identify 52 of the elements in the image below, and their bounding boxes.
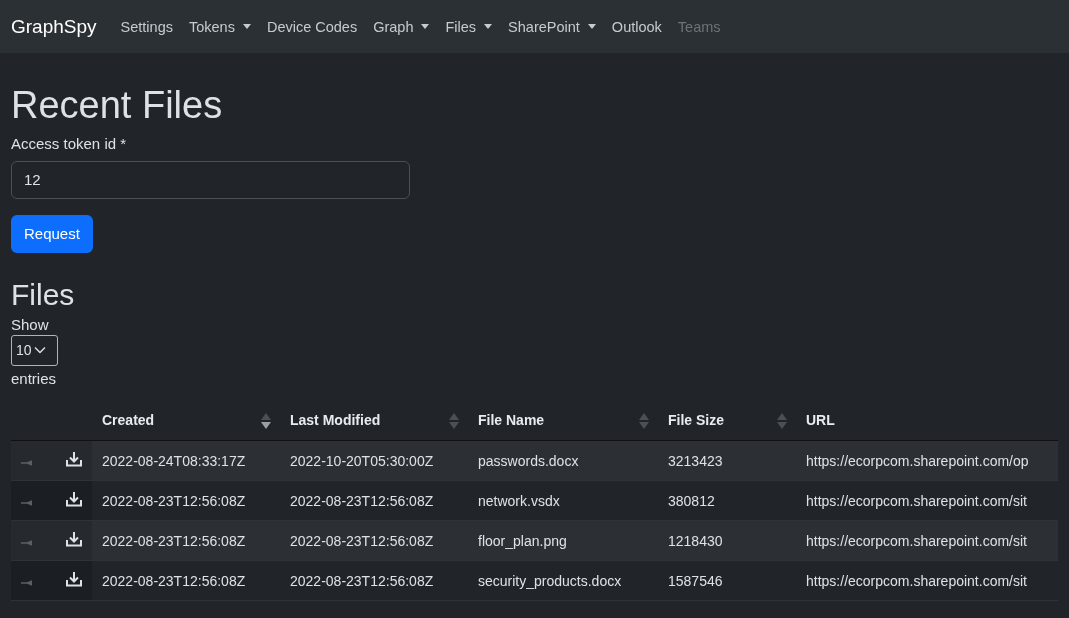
table-cell: floor_plan.png	[468, 520, 658, 561]
table-cell: network.vsdx	[468, 480, 658, 521]
nav-link[interactable]: Settings	[120, 18, 173, 35]
field-label: Access token id *	[11, 134, 128, 152]
column-header[interactable]: URL	[796, 400, 1058, 441]
request-button[interactable]: Request	[11, 214, 93, 253]
table-cell: 2022-08-24T08:33:17Z	[92, 440, 280, 481]
table-cell: 3213423	[658, 440, 796, 481]
download-icon[interactable]	[65, 491, 83, 508]
section-title: Files	[11, 276, 76, 313]
table-cell: security_products.docx	[468, 560, 658, 601]
table-cell: 2022-10-20T05:30:00Z	[280, 440, 468, 481]
table-cell: https://ecorpcom.sharepoint.com/sit	[796, 560, 1058, 601]
download-icon[interactable]	[65, 451, 83, 468]
table-cell: 2022-08-23T12:56:08Z	[280, 520, 468, 561]
column-header[interactable]: File Name	[468, 400, 658, 441]
download-icon[interactable]	[65, 571, 83, 588]
column-header[interactable]: Last Modified	[280, 400, 468, 441]
table-cell: https://ecorpcom.sharepoint.com/op	[796, 440, 1058, 481]
entries-label: entries	[11, 368, 58, 389]
nav-link[interactable]: Graph	[373, 18, 430, 35]
brand-link[interactable]: GraphSpy	[11, 15, 97, 38]
nav-link[interactable]: Files	[445, 18, 493, 35]
nav-link[interactable]: Device Codes	[266, 18, 358, 35]
table-cell: 2022-08-23T12:56:08Z	[280, 480, 468, 521]
table-cell: 2022-08-23T12:56:08Z	[92, 520, 280, 561]
page-size-select[interactable]: 10	[11, 334, 58, 366]
download-icon[interactable]	[65, 531, 83, 548]
show-label: Show	[11, 314, 50, 335]
nav-link[interactable]: Tokens	[188, 18, 251, 35]
table-cell: passwords.docx	[468, 440, 658, 481]
nav-link[interactable]: Outlook	[611, 18, 662, 35]
table-cell: 1587546	[658, 560, 796, 601]
chevron-icon	[33, 346, 46, 355]
caret-icon	[484, 24, 493, 29]
table-cell: 380812	[658, 480, 796, 521]
expand-icon[interactable]	[21, 579, 33, 586]
token-id-field[interactable]: 12	[11, 160, 410, 199]
expand-icon[interactable]	[21, 499, 33, 506]
caret-icon	[242, 24, 251, 29]
table-cell: 2022-08-23T12:56:08Z	[280, 560, 468, 601]
table-cell: 1218430	[658, 520, 796, 561]
table-cell: 2022-08-23T12:56:08Z	[92, 480, 280, 521]
nav-link[interactable]: SharePoint	[508, 18, 596, 35]
caret-icon	[587, 24, 596, 29]
column-header[interactable]: Created	[92, 400, 280, 441]
table-cell: https://ecorpcom.sharepoint.com/sit	[796, 520, 1058, 561]
column-header[interactable]: File Size	[658, 400, 796, 441]
caret-icon	[421, 24, 430, 29]
table-cell: https://ecorpcom.sharepoint.com/sit	[796, 480, 1058, 521]
page-title: Recent Files	[11, 83, 224, 128]
table-cell: 2022-08-23T12:56:08Z	[92, 560, 280, 601]
